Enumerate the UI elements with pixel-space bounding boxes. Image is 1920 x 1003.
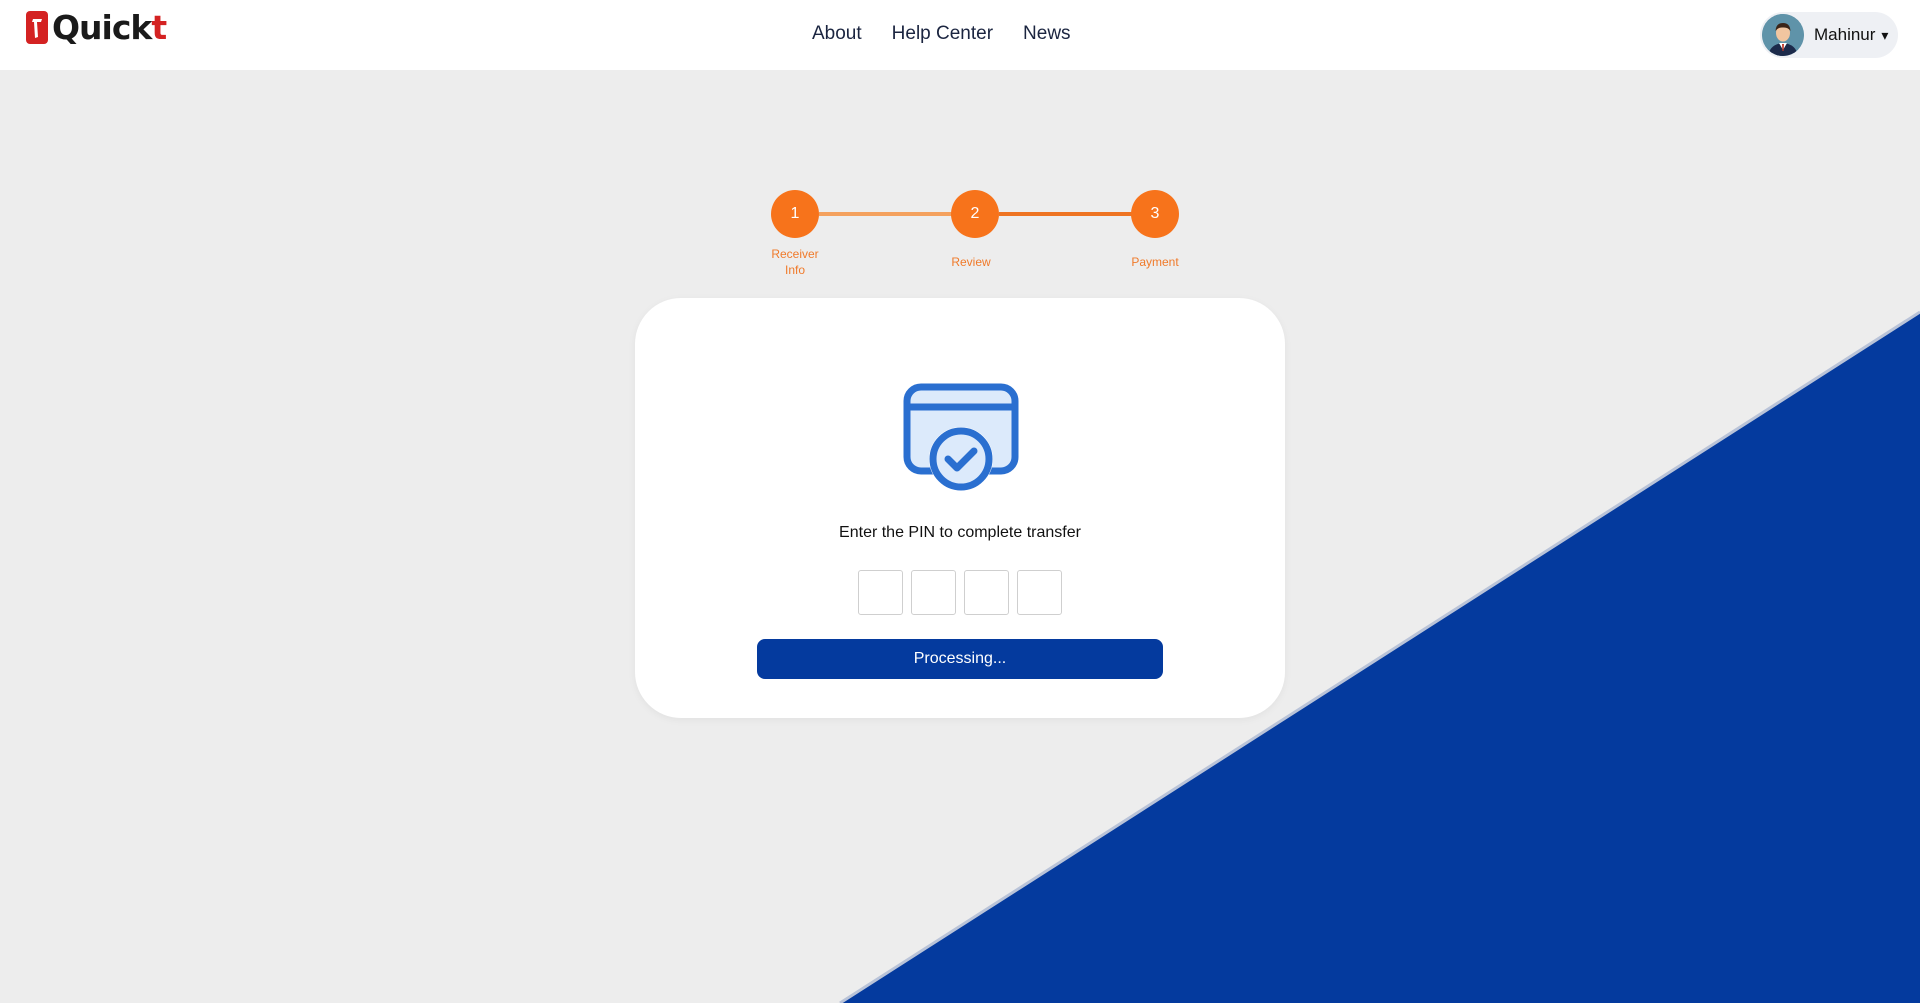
step-receiver-info: 1 Receiver Info bbox=[755, 190, 835, 278]
chevron-down-icon: ▾ bbox=[1881, 26, 1889, 43]
brand-logo-icon bbox=[26, 11, 48, 44]
step-payment: 3 Payment bbox=[1115, 190, 1195, 270]
step-label: Payment bbox=[1131, 255, 1179, 269]
pin-digit-3[interactable] bbox=[964, 570, 1009, 615]
submit-pin-button[interactable]: Processing... bbox=[757, 639, 1163, 679]
pin-digit-2[interactable] bbox=[911, 570, 956, 615]
step-number: 3 bbox=[1131, 190, 1179, 238]
step-review: 2 Review bbox=[935, 190, 1015, 270]
pin-digit-1[interactable] bbox=[858, 570, 903, 615]
secure-payment-check-icon bbox=[903, 383, 1019, 499]
step-label: Review bbox=[951, 255, 991, 269]
step-number: 1 bbox=[771, 190, 819, 238]
step-number: 2 bbox=[951, 190, 999, 238]
pin-digit-4[interactable] bbox=[1017, 570, 1062, 615]
user-menu[interactable]: Mahinur ▾ bbox=[1760, 12, 1898, 58]
pin-input-group bbox=[858, 570, 1062, 615]
user-name: Mahinur bbox=[1814, 25, 1876, 44]
pin-card: Enter the PIN to complete transfer Proce… bbox=[635, 298, 1285, 718]
step-label: Receiver Info bbox=[771, 247, 819, 277]
nav-about-link[interactable]: About bbox=[812, 23, 862, 45]
pin-instruction: Enter the PIN to complete transfer bbox=[839, 524, 1081, 541]
main-nav: About Help Center News bbox=[812, 23, 1071, 45]
nav-help-center-link[interactable]: Help Center bbox=[892, 23, 993, 45]
brand-name: Quickt bbox=[52, 8, 167, 47]
top-navbar: Quickt About Help Center News Mahinur ▾ bbox=[0, 0, 1920, 70]
avatar bbox=[1762, 14, 1804, 56]
progress-stepper: 1 Receiver Info 2 Review 3 Payment bbox=[755, 190, 1195, 280]
brand-logo[interactable]: Quickt bbox=[26, 8, 167, 47]
nav-news-link[interactable]: News bbox=[1023, 23, 1071, 45]
